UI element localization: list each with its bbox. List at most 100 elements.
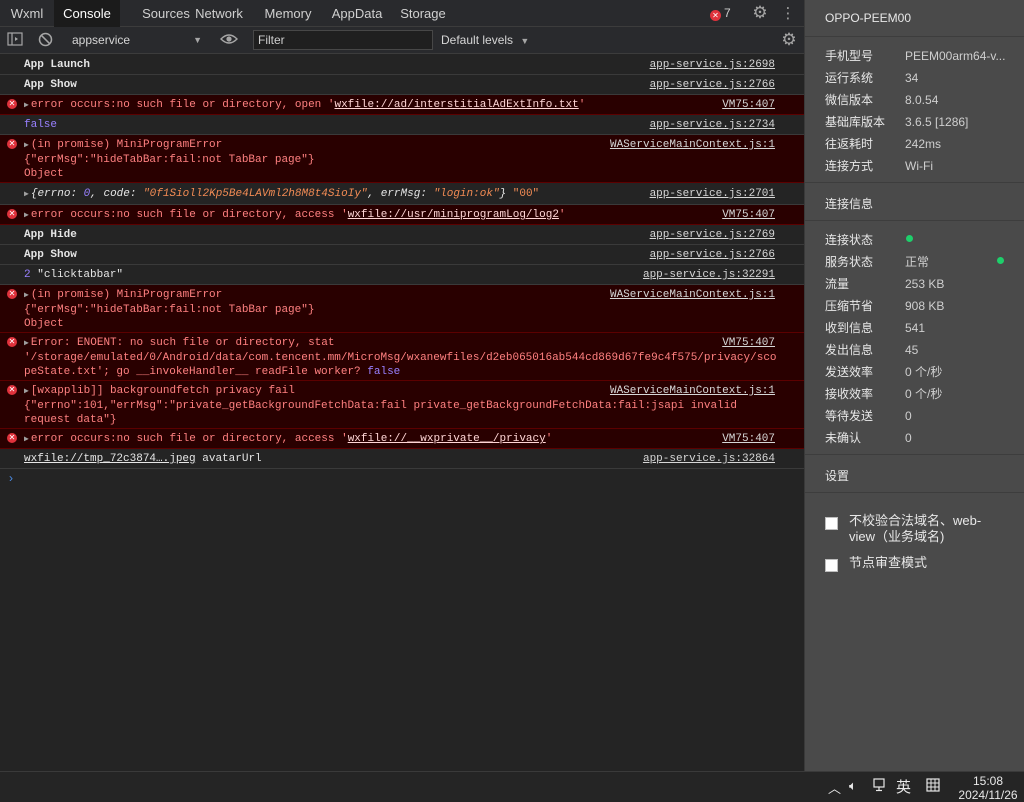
source-link[interactable]: VM75:407 <box>722 432 775 446</box>
source-link[interactable]: app-service.js:2766 <box>650 248 775 262</box>
source-link[interactable]: WAServiceMainContext.js:1 <box>610 288 775 302</box>
info-value: 0 <box>905 431 912 445</box>
log-message: error occurs:no such file or directory, … <box>30 99 335 111</box>
console-settings-gear-icon[interactable]: ⚙ <box>779 30 799 50</box>
source-link[interactable]: app-service.js:2766 <box>650 78 775 92</box>
chevron-up-icon[interactable]: ︿ <box>828 778 841 797</box>
source-link[interactable]: VM75:407 <box>722 98 775 112</box>
error-icon: ✕ <box>7 139 17 149</box>
info-value: 242ms <box>905 137 942 151</box>
log-line: Object <box>24 168 64 180</box>
error-row: ✕ ▶ [wxapplib]] backgroundfetch privacy f… <box>0 381 804 429</box>
clear-console-icon[interactable] <box>37 32 53 48</box>
error-icon: ✕ <box>7 99 17 109</box>
info-value: PEEM00arm64-v... <box>905 49 1006 63</box>
info-key: 未确认 <box>825 431 862 445</box>
network-icon[interactable] <box>873 778 889 795</box>
file-link[interactable]: wxfile://ad/interstitialAdExtInfo.txt <box>334 99 578 111</box>
tab-wxml[interactable]: Wxml <box>0 0 54 27</box>
eye-icon[interactable] <box>219 31 239 49</box>
expand-triangle-icon[interactable]: ▶ <box>24 339 29 348</box>
source-link[interactable]: app-service.js:2701 <box>650 187 775 201</box>
info-key: 基础库版本 <box>825 115 886 129</box>
expand-triangle-icon[interactable]: ▶ <box>24 291 29 300</box>
more-menu-icon[interactable]: ⋮ <box>780 4 796 22</box>
keyboard-grid-icon[interactable] <box>926 778 940 795</box>
tab-storage[interactable]: Storage <box>391 0 455 27</box>
skip-domain-check-label: 不校验合法域名、web-view（业务域名) <box>849 513 982 544</box>
log-row: ▶ {errno: 0, code: "0f1Sioll2Kp5Be4LAVml2… <box>0 183 804 205</box>
node-inspect-checkbox[interactable] <box>825 559 838 572</box>
source-link[interactable]: VM75:407 <box>722 336 775 350</box>
error-icon: ✕ <box>7 209 17 219</box>
info-key: 流量 <box>825 277 850 291</box>
source-link[interactable]: app-service.js:32864 <box>643 452 775 466</box>
source-link[interactable]: app-service.js:2698 <box>650 58 775 72</box>
skip-domain-check-checkbox[interactable] <box>825 517 838 530</box>
expand-triangle-icon[interactable]: ▶ <box>24 141 29 150</box>
expand-triangle-icon[interactable]: ▶ <box>24 435 29 444</box>
error-count: 7 <box>724 6 731 20</box>
source-link[interactable]: app-service.js:2734 <box>650 118 775 132</box>
log-message: error occurs:no such file or directory, … <box>30 209 348 221</box>
prompt-chevron-icon: › <box>9 471 13 485</box>
divider <box>805 492 1024 493</box>
log-line: (in promise) MiniProgramError <box>30 139 223 151</box>
log-line: Error: ENOENT: no such file or directory… <box>30 337 335 349</box>
section-title-connection: 连接信息 <box>825 197 874 211</box>
log-row: App Launch app-service.js:2698 <box>0 55 804 75</box>
info-key: 发送效率 <box>825 365 874 379</box>
info-value: 8.0.54 <box>905 93 939 107</box>
log-line: peState.txt'; go __invokeHandler__ readF… <box>24 366 368 378</box>
expand-triangle-icon[interactable]: ▶ <box>24 387 29 396</box>
system-clock[interactable]: 15:08 2024/11/26 <box>956 774 1020 802</box>
error-row: ✕ ▶ error occurs:no such file or director… <box>0 429 804 449</box>
divider <box>805 36 1024 37</box>
info-key: 服务状态 <box>825 255 874 269</box>
file-link[interactable]: wxfile://tmp_72c3874….jpeg <box>24 453 196 465</box>
context-selector[interactable]: appservice ▼ <box>66 31 206 50</box>
error-icon: ✕ <box>7 289 17 299</box>
log-message: avatarUrl <box>195 453 262 465</box>
info-key: 收到信息 <box>825 321 874 335</box>
expand-triangle-icon[interactable]: ▶ <box>24 101 29 110</box>
log-levels-dropdown[interactable]: Default levels ▼ <box>441 31 529 50</box>
info-value: 541 <box>905 321 926 335</box>
object-key: errno <box>37 188 71 200</box>
tab-memory[interactable]: Memory <box>253 0 323 27</box>
error-icon: ✕ <box>7 385 17 395</box>
file-link[interactable]: wxfile://__wxprivate__/privacy <box>348 433 546 445</box>
source-link[interactable]: WAServiceMainContext.js:1 <box>610 384 775 398</box>
info-key: 微信版本 <box>825 93 874 107</box>
source-link[interactable]: app-service.js:2769 <box>650 228 775 242</box>
log-row: 2 "clicktabbar" app-service.js:32291 <box>0 265 804 285</box>
system-taskbar: ︿ 🔈︎ 英 15:08 2024/11/26 <box>0 771 1024 802</box>
console-prompt-row[interactable]: › <box>0 469 804 489</box>
source-link[interactable]: WAServiceMainContext.js:1 <box>610 138 775 152</box>
volume-icon[interactable]: 🔈︎ <box>849 778 857 794</box>
expand-triangle-icon[interactable]: ▶ <box>24 190 29 199</box>
sidebar-toggle-icon[interactable] <box>7 32 23 46</box>
log-message-tail: ' <box>545 433 553 445</box>
file-link[interactable]: wxfile://usr/miniprogramLog/log2 <box>348 209 559 221</box>
input-method-indicator[interactable]: 英 <box>896 776 911 797</box>
tab-console[interactable]: Console <box>54 0 120 27</box>
source-link[interactable]: app-service.js:32291 <box>643 268 775 282</box>
info-key: 发出信息 <box>825 343 874 357</box>
tab-appdata[interactable]: AppData <box>323 0 391 27</box>
log-line: [wxapplib]] backgroundfetch privacy fail <box>30 385 295 397</box>
filter-input[interactable] <box>253 30 433 50</box>
tab-network[interactable]: Network <box>187 0 251 27</box>
info-value: 908 KB <box>905 299 945 313</box>
info-value: 正常 <box>905 255 930 269</box>
error-counter[interactable]: ✕ 7 <box>710 0 731 27</box>
log-row: App Show app-service.js:2766 <box>0 245 804 265</box>
expand-triangle-icon[interactable]: ▶ <box>24 211 29 220</box>
source-link[interactable]: VM75:407 <box>722 208 775 222</box>
object-value: "0f1Sioll2Kp5Be4LAVml2h8M8t4SioIy" <box>143 188 368 200</box>
error-icon: ✕ <box>7 433 17 443</box>
log-string: "clicktabbar" <box>37 269 124 281</box>
log-message: App Launch <box>24 59 91 71</box>
settings-gear-icon[interactable]: ⚙ <box>750 3 770 23</box>
log-message: App Hide <box>24 229 77 241</box>
